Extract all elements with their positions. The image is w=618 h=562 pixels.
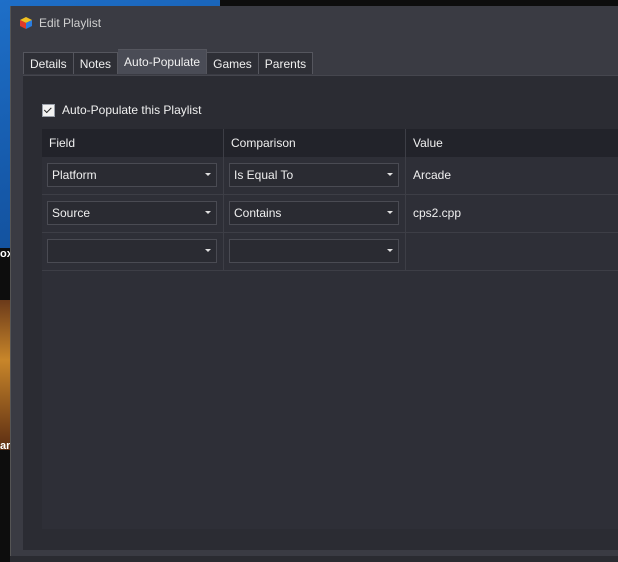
tab-games[interactable]: Games <box>207 52 259 74</box>
grid-header: Field Comparison Value <box>42 129 618 157</box>
title-bar[interactable]: Edit Playlist <box>11 6 618 40</box>
value-text: Arcade <box>413 168 452 182</box>
value-cell[interactable] <box>406 233 618 270</box>
comparison-dropdown-value: Is Equal To <box>234 168 294 182</box>
tab-details[interactable]: Details <box>23 52 74 74</box>
dropdown-arrow-icon <box>205 173 211 176</box>
field-dropdown[interactable]: Platform <box>47 163 217 187</box>
value-cell[interactable]: Arcade <box>406 157 618 194</box>
dropdown-arrow-icon <box>387 249 393 252</box>
comparison-cell: Is Equal To <box>224 157 406 194</box>
dropdown-arrow-icon <box>387 173 393 176</box>
dropdown-arrow-icon <box>387 211 393 214</box>
auto-populate-label[interactable]: Auto-Populate this Playlist <box>62 103 201 117</box>
checkmark-icon <box>43 105 52 114</box>
tab-auto-populate[interactable]: Auto-Populate <box>118 49 208 74</box>
field-cell: Source <box>42 195 224 232</box>
value-text: cps2.cpp <box>413 206 462 220</box>
tab-parents[interactable]: Parents <box>258 52 314 74</box>
comparison-dropdown[interactable]: Is Equal To <box>229 163 399 187</box>
comparison-dropdown[interactable] <box>229 239 399 263</box>
dropdown-arrow-icon <box>205 211 211 214</box>
column-header-value[interactable]: Value <box>406 129 618 157</box>
value-cell[interactable]: cps2.cpp <box>406 195 618 232</box>
auto-populate-panel: Auto-Populate this Playlist Field Compar… <box>23 75 618 550</box>
table-row: Platform Is Equal To Arcade <box>42 157 618 195</box>
auto-populate-checkbox[interactable] <box>42 103 55 117</box>
app-logo-icon <box>20 17 32 29</box>
background-game-art <box>0 300 10 450</box>
tab-bar: Details Notes Auto-Populate Games Parent… <box>23 49 314 75</box>
rules-grid: Field Comparison Value Platform Is Equal… <box>42 129 618 529</box>
column-header-field[interactable]: Field <box>42 129 224 157</box>
table-row <box>42 233 618 271</box>
column-header-comparison[interactable]: Comparison <box>224 129 406 157</box>
comparison-cell <box>224 233 406 270</box>
field-dropdown-value: Source <box>52 206 91 220</box>
background-text-fragment: ar <box>0 440 11 452</box>
comparison-cell: Contains <box>224 195 406 232</box>
tab-notes[interactable]: Notes <box>73 52 119 74</box>
comparison-dropdown-value: Contains <box>234 206 282 220</box>
field-dropdown[interactable]: Source <box>47 201 217 225</box>
field-cell: Platform <box>42 157 224 194</box>
auto-populate-option: Auto-Populate this Playlist <box>42 103 201 117</box>
field-cell <box>42 233 224 270</box>
window-title: Edit Playlist <box>39 16 102 30</box>
dialog-footer-edge <box>10 556 618 562</box>
field-dropdown-value: Platform <box>52 168 97 182</box>
comparison-dropdown[interactable]: Contains <box>229 201 399 225</box>
edit-playlist-dialog: Edit Playlist Details Notes Auto-Populat… <box>10 6 618 562</box>
table-row: Source Contains cps2.cpp <box>42 195 618 233</box>
dropdown-arrow-icon <box>205 249 211 252</box>
field-dropdown[interactable] <box>47 239 217 263</box>
